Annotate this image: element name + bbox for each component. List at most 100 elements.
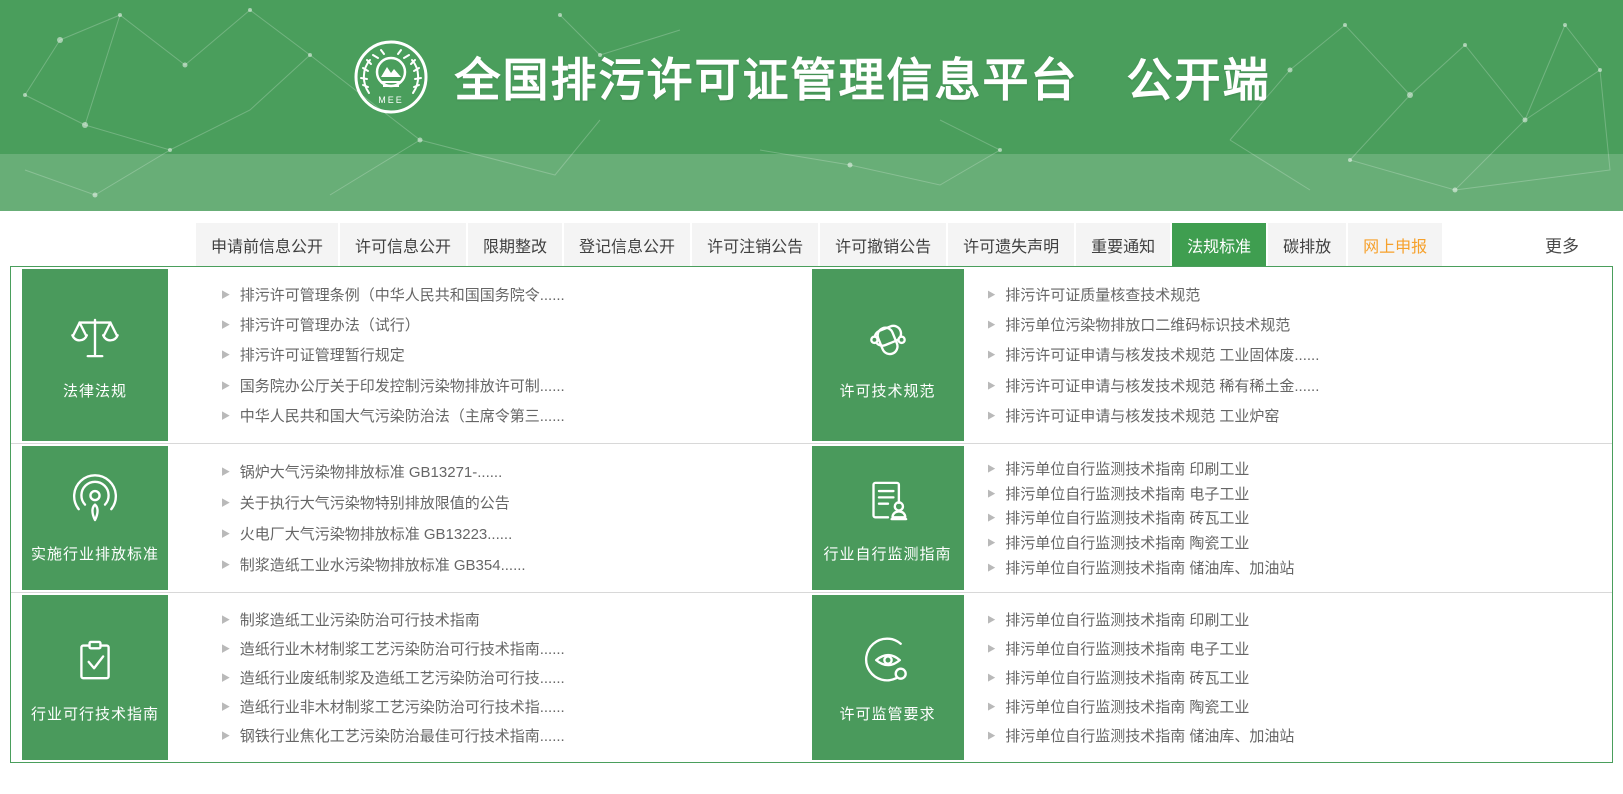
doc-link-label: 排污许可管理办法（试行） [239, 317, 420, 335]
tab-registration-info[interactable]: 登记信息公开 [564, 223, 691, 266]
tab-bar: 申请前信息公开 许可信息公开 限期整改 登记信息公开 许可注销公告 许可撤销公告 许可遗失声… [10, 223, 1613, 266]
arrow-bullet-icon: ▶ [987, 348, 996, 362]
doc-link[interactable]: ▶ 排污单位自行监测技术指南 砖瓦工业 [988, 507, 1603, 528]
doc-link[interactable]: ▶ 排污单位污染物排放口二维码标识技术规范 [988, 314, 1603, 335]
arrow-bullet-icon: ▶ [222, 348, 230, 362]
doc-list: ▶ 排污许可管理条例（中华人民共和国国务院令...... ▶ 排污许可管理办法（试行）… [168, 267, 812, 443]
doc-link-label: 排污单位自行监测技术指南 印刷工业 [1005, 460, 1250, 478]
tile-permit-supervision-requirements[interactable]: 许可监管要求 [811, 595, 964, 760]
section-permit-supervision-requirements: 许可监管要求 ▶ 排污单位自行监测技术指南 印刷工业 ▶ 排污单位自行监测技术指南 电… [811, 593, 1613, 762]
doc-link[interactable]: ▶ 制浆造纸工业水污染物排放标准 GB354...... [222, 554, 802, 575]
doc-link[interactable]: ▶ 排污单位自行监测技术指南 印刷工业 [988, 458, 1603, 479]
more-link[interactable]: 更多 [1545, 232, 1613, 257]
arrow-bullet-icon: ▶ [222, 729, 230, 742]
arrow-bullet-icon: ▶ [222, 318, 230, 331]
section-laws-regulations: 法律法规 ▶ 排污许可管理条例（中华人民共和国国务院令...... ▶ 排污许可管理办… [11, 267, 812, 443]
mee-logo-icon: MEE [354, 40, 427, 114]
section-row: 行业可行技术指南 ▶ 制浆造纸工业污染防治可行技术指南 ▶ 造纸行业木材制浆工艺污染防… [11, 592, 1612, 762]
doc-link[interactable]: ▶ 中华人民共和国大气污染防治法（主席令第三...... [222, 405, 802, 426]
arrow-bullet-icon: ▶ [222, 613, 230, 626]
tile-industry-feasible-tech-guides[interactable]: 行业可行技术指南 [22, 595, 168, 760]
tab-permit-cancellation-notice[interactable]: 许可注销公告 [692, 223, 819, 266]
tab-permit-loss-statement[interactable]: 许可遗失声明 [948, 223, 1075, 266]
doc-list: ▶ 制浆造纸工业污染防治可行技术指南 ▶ 造纸行业木材制浆工艺污染防治可行技术指南..… [168, 593, 812, 762]
tile-permit-technical-specs[interactable]: 许可技术规范 [811, 269, 964, 441]
arrow-bullet-icon: ▶ [222, 288, 230, 301]
doc-link[interactable]: ▶ 关于执行大气污染物特别排放限值的公告 [222, 492, 802, 513]
tile-label: 实施行业排放标准 [30, 546, 159, 563]
arrow-bullet-icon: ▶ [222, 379, 230, 392]
doc-link[interactable]: ▶ 火电厂大气污染物排放标准 GB13223...... [222, 523, 802, 544]
doc-link-label: 排污许可管理条例（中华人民共和国国务院令...... [239, 286, 565, 304]
doc-link[interactable]: ▶ 制浆造纸工业污染防治可行技术指南 [222, 609, 802, 630]
doc-link[interactable]: ▶ 排污单位自行监测技术指南 电子工业 [988, 638, 1603, 659]
doc-link[interactable]: ▶ 排污许可管理办法（试行） [222, 314, 802, 335]
tab-regulations-standards[interactable]: 法规标准 [1172, 223, 1267, 266]
tab-permit-revocation-notice[interactable]: 许可撤销公告 [820, 223, 947, 266]
doc-link[interactable]: ▶ 排污单位自行监测技术指南 储油库、加油站 [988, 557, 1603, 578]
monitor-eye-icon [864, 636, 907, 681]
content-box: 法律法规 ▶ 排污许可管理条例（中华人民共和国国务院令...... ▶ 排污许可管理办… [10, 266, 1613, 763]
doc-link-label: 制浆造纸工业水污染物排放标准 GB354...... [239, 557, 526, 574]
doc-link-label: 国务院办公厅关于印发控制污染物排放许可制...... [239, 377, 565, 395]
doc-link-label: 排污单位自行监测技术指南 储油库、加油站 [1005, 728, 1295, 745]
doc-link-label: 排污单位自行监测技术指南 电子工业 [1005, 641, 1250, 658]
doc-link-label: 关于执行大气污染物特别排放限值的公告 [239, 495, 510, 512]
section-row: 法律法规 ▶ 排污许可管理条例（中华人民共和国国务院令...... ▶ 排污许可管理办… [11, 267, 1612, 443]
doc-link[interactable]: ▶ 排污许可证申请与核发技术规范 工业炉窑 [988, 405, 1603, 426]
tile-label: 行业自行监测指南 [823, 546, 952, 563]
tile-label: 许可技术规范 [839, 383, 936, 400]
doc-link-label: 排污许可证质量核查技术规范 [1005, 286, 1201, 304]
arrow-bullet-icon: ▶ [222, 496, 230, 509]
arrow-bullet-icon: ▶ [222, 700, 230, 713]
doc-link-label: 排污许可证申请与核发技术规范 工业炉窑 [1005, 408, 1280, 426]
clipboard-check-icon [80, 640, 110, 679]
tile-laws-regulations[interactable]: 法律法规 [22, 269, 168, 441]
arrow-bullet-icon: ▶ [222, 642, 230, 655]
doc-link[interactable]: ▶ 造纸行业木材制浆工艺污染防治可行技术指南...... [222, 638, 802, 659]
tab-important-notice[interactable]: 重要通知 [1076, 223, 1171, 266]
arrow-bullet-icon: ▶ [222, 671, 230, 684]
tab-permit-info[interactable]: 许可信息公开 [340, 223, 467, 266]
doc-link[interactable]: ▶ 排污许可证申请与核发技术规范 稀有稀土金...... [988, 375, 1603, 396]
tab-online-declaration[interactable]: 网上申报 [1348, 223, 1443, 266]
doc-link-label: 排污许可证申请与核发技术规范 稀有稀土金...... [1005, 377, 1320, 395]
arrow-bullet-icon: ▶ [987, 561, 996, 574]
doc-link[interactable]: ▶ 造纸行业非木材制浆工艺污染防治可行技术指...... [222, 696, 802, 717]
doc-link[interactable]: ▶ 造纸行业废纸制浆及造纸工艺污染防治可行技...... [222, 667, 802, 688]
broadcast-icon [73, 474, 117, 522]
tab-carbon-emission[interactable]: 碳排放 [1268, 223, 1347, 266]
doc-link[interactable]: ▶ 排污单位自行监测技术指南 陶瓷工业 [988, 532, 1603, 553]
tab-pre-application-info[interactable]: 申请前信息公开 [196, 223, 339, 266]
doc-link[interactable]: ▶ 排污许可证申请与核发技术规范 工业固体废...... [988, 344, 1603, 365]
doc-link[interactable]: ▶ 钢铁行业焦化工艺污染防治最佳可行技术指南...... [222, 725, 802, 746]
doc-link-label: 排污单位自行监测技术指南 储油库、加油站 [1005, 560, 1295, 578]
doc-list: ▶ 排污许可证质量核查技术规范 ▶ 排污单位污染物排放口二维码标识技术规范 ▶ 排污许可证… [964, 267, 1613, 443]
doc-link[interactable]: ▶ 排污许可管理条例（中华人民共和国国务院令...... [222, 284, 802, 305]
doc-link[interactable]: ▶ 排污许可证质量核查技术规范 [988, 284, 1603, 305]
arrow-bullet-icon: ▶ [987, 511, 996, 525]
doc-link-label: 造纸行业非木材制浆工艺污染防治可行技术指...... [239, 699, 565, 716]
doc-link[interactable]: ▶ 排污单位自行监测技术指南 印刷工业 [988, 609, 1603, 630]
doc-link-label: 排污单位污染物排放口二维码标识技术规范 [1005, 317, 1291, 335]
doc-list: ▶ 锅炉大气污染物排放标准 GB13271-...... ▶ 关于执行大气污染物特别排… [168, 444, 812, 592]
doc-link[interactable]: ▶ 排污单位自行监测技术指南 陶瓷工业 [988, 696, 1603, 717]
doc-link-label: 排污许可证申请与核发技术规范 工业固体废...... [1005, 347, 1320, 365]
doc-link[interactable]: ▶ 排污单位自行监测技术指南 电子工业 [988, 483, 1603, 504]
doc-link[interactable]: ▶ 排污许可证管理暂行规定 [222, 344, 802, 365]
doc-link-label: 排污单位自行监测技术指南 印刷工业 [1005, 612, 1250, 629]
tile-industry-self-monitoring-guides[interactable]: 行业自行监测指南 [811, 446, 964, 590]
doc-link[interactable]: ▶ 排污单位自行监测技术指南 砖瓦工业 [988, 667, 1603, 688]
tab-deadline-rectification[interactable]: 限期整改 [468, 223, 563, 266]
doc-link-label: 造纸行业废纸制浆及造纸工艺污染防治可行技...... [239, 670, 565, 687]
arrow-bullet-icon: ▶ [222, 465, 230, 478]
arrow-bullet-icon: ▶ [222, 409, 230, 422]
doc-link[interactable]: ▶ 排污单位自行监测技术指南 储油库、加油站 [988, 725, 1603, 746]
doc-link-label: 钢铁行业焦化工艺污染防治最佳可行技术指南...... [239, 728, 565, 745]
doc-link[interactable]: ▶ 国务院办公厅关于印发控制污染物排放许可制...... [222, 375, 802, 396]
section-industry-feasible-tech-guides: 行业可行技术指南 ▶ 制浆造纸工业污染防治可行技术指南 ▶ 造纸行业木材制浆工艺污染防… [11, 593, 812, 762]
doc-link[interactable]: ▶ 锅炉大气污染物排放标准 GB13271-...... [222, 461, 802, 482]
arrow-bullet-icon: ▶ [987, 379, 996, 392]
doc-link-label: 排污许可证管理暂行规定 [239, 347, 405, 365]
tile-industry-emission-standards[interactable]: 实施行业排放标准 [22, 446, 168, 590]
